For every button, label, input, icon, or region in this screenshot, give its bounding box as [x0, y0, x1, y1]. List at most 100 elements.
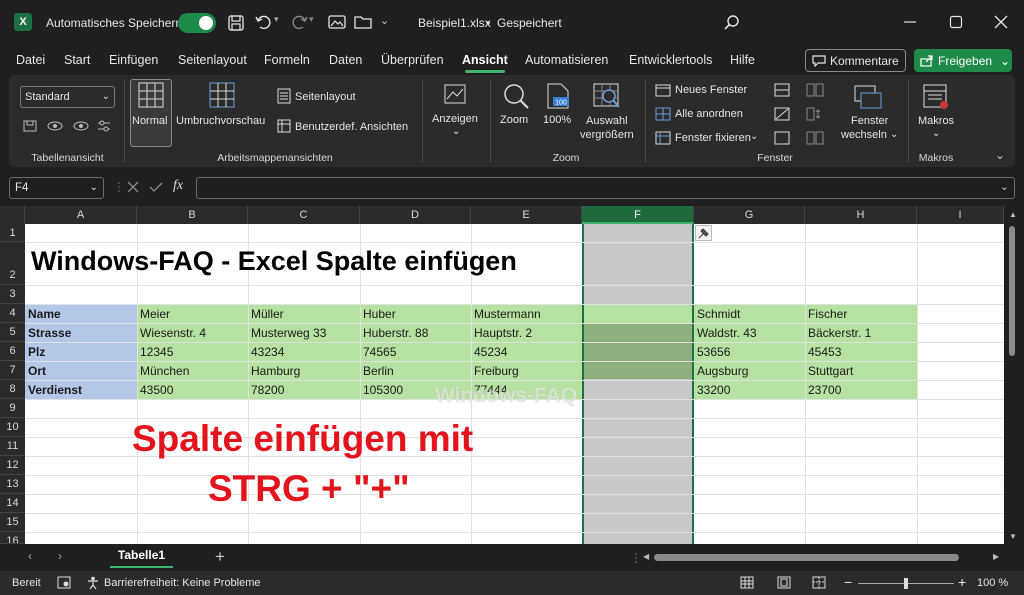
cell-a6[interactable]: Plz — [25, 345, 45, 359]
cell-g5[interactable]: Waldstr. 43 — [694, 326, 757, 340]
search-icon[interactable] — [723, 14, 741, 32]
minimize-icon[interactable] — [903, 15, 917, 29]
exit-view-icon[interactable] — [46, 119, 64, 133]
cell-g7[interactable]: Augsburg — [694, 364, 748, 378]
macro-record-icon[interactable] — [57, 576, 71, 589]
cell-e4[interactable]: Mustermann — [471, 307, 541, 321]
column-header-d[interactable]: D — [360, 206, 471, 224]
horizontal-scroll-thumb[interactable] — [654, 554, 959, 561]
row-header[interactable]: 1 — [0, 224, 25, 242]
undo-dropdown-icon[interactable]: ▾ — [274, 14, 279, 25]
formula-input[interactable]: ⌄ — [196, 177, 1015, 199]
tab-splitter[interactable]: ⋮ — [630, 551, 642, 565]
expand-formula-icon[interactable]: ⌄ — [1000, 180, 1009, 193]
column-header-i[interactable]: I — [917, 206, 1004, 224]
cell-b8[interactable]: 43500 — [137, 383, 173, 397]
row-header[interactable]: 8 — [0, 380, 25, 399]
sheet-tab-tabelle1[interactable]: Tabelle1 — [110, 545, 173, 568]
vertical-scroll-thumb[interactable] — [1009, 226, 1015, 356]
cell-a7[interactable]: Ort — [25, 364, 46, 378]
customize-toolbar-icon[interactable]: ⌄ — [380, 14, 389, 27]
zoom-out-button[interactable]: − — [844, 574, 852, 590]
autosave-toggle[interactable] — [178, 13, 216, 33]
image-icon[interactable] — [328, 14, 346, 30]
column-header-f[interactable]: F — [582, 206, 694, 224]
zoom-slider-thumb[interactable] — [904, 578, 908, 589]
name-box[interactable]: F4 ⌄ — [9, 177, 104, 199]
cell-e5[interactable]: Hauptstr. 2 — [471, 326, 532, 340]
new-view-icon[interactable] — [72, 119, 90, 133]
cell-c4[interactable]: Müller — [248, 307, 284, 321]
unhide-window-icon[interactable] — [774, 131, 790, 145]
maximize-icon[interactable] — [949, 15, 963, 29]
menu-seitenlayout[interactable]: Seitenlayout — [178, 53, 247, 67]
cell-c7[interactable]: Hamburg — [248, 364, 300, 378]
zoom-in-button[interactable]: + — [958, 574, 966, 590]
collapse-ribbon-icon[interactable]: ⌄ — [995, 148, 1005, 162]
cell-d4[interactable]: Huber — [360, 307, 396, 321]
prev-sheet-icon[interactable]: ‹ — [28, 549, 32, 563]
undo-icon[interactable] — [254, 13, 274, 31]
macros-button[interactable]: Makros — [918, 115, 954, 127]
freeze-panes-button[interactable]: Fenster fixieren — [675, 132, 751, 144]
worksheet[interactable]: A B C D E F G H I 1 2 3 4 5 6 7 8 9 10 1… — [0, 206, 1004, 544]
cell-c5[interactable]: Musterweg 33 — [248, 326, 326, 340]
cell-b4[interactable]: Meier — [137, 307, 170, 321]
cell-e6[interactable]: 45234 — [471, 345, 507, 359]
scroll-up-icon[interactable]: ▲ — [1009, 210, 1017, 219]
add-sheet-button[interactable]: + — [215, 547, 225, 567]
row-header[interactable]: 15 — [0, 513, 25, 532]
column-header-a[interactable]: A — [25, 206, 137, 224]
redo-dropdown-icon[interactable]: ▾ — [309, 14, 314, 25]
cell-d8[interactable]: 105300 — [360, 383, 403, 397]
cell-h8[interactable]: 23700 — [805, 383, 841, 397]
sheet-view-dropdown[interactable]: Standard ⌄ — [20, 86, 115, 108]
zoom-selection-label-1[interactable]: Auswahl — [586, 115, 628, 127]
close-icon[interactable] — [994, 15, 1008, 29]
next-sheet-icon[interactable]: › — [58, 549, 62, 563]
zoom-level[interactable]: 100 % — [977, 577, 1008, 589]
cell-b7[interactable]: München — [137, 364, 189, 378]
new-window-button[interactable]: Neues Fenster — [675, 84, 747, 96]
cell-h6[interactable]: 45453 — [805, 345, 841, 359]
menu-entwicklertools[interactable]: Entwicklertools — [629, 53, 712, 67]
reset-window-icon[interactable] — [806, 131, 824, 145]
cell-b5[interactable]: Wiesenstr. 4 — [137, 326, 206, 340]
scroll-down-icon[interactable]: ▼ — [1009, 532, 1017, 541]
cell-g4[interactable]: Schmidt — [694, 307, 740, 321]
switch-windows-label-1[interactable]: Fenster — [851, 115, 888, 127]
row-header[interactable]: 9 — [0, 399, 25, 418]
show-button[interactable]: Anzeigen — [432, 113, 478, 125]
insert-options-paintbrush-icon[interactable] — [695, 225, 712, 241]
menu-ansicht[interactable]: Ansicht — [462, 53, 508, 67]
arrange-all-button[interactable]: Alle anordnen — [675, 108, 743, 120]
view-options-icon[interactable] — [96, 119, 112, 133]
select-all-corner[interactable] — [0, 206, 25, 224]
zoom-selection-label-2[interactable]: vergrößern — [580, 129, 634, 141]
row-header[interactable]: 4 — [0, 304, 25, 323]
menu-datei[interactable]: Datei — [16, 53, 45, 67]
row-header[interactable]: 12 — [0, 456, 25, 475]
split-icon[interactable] — [774, 83, 790, 97]
view-side-by-side-icon[interactable] — [806, 83, 824, 97]
cell-d6[interactable]: 74565 — [360, 345, 396, 359]
menu-formeln[interactable]: Formeln — [264, 53, 310, 67]
comments-button[interactable]: Kommentare — [805, 49, 906, 72]
cell-a8[interactable]: Verdienst — [25, 383, 82, 397]
switch-windows-label-2[interactable]: wechseln — [841, 129, 887, 141]
menu-einfuegen[interactable]: Einfügen — [109, 53, 158, 67]
row-header[interactable]: 13 — [0, 475, 25, 494]
folder-icon[interactable] — [354, 14, 372, 30]
menu-hilfe[interactable]: Hilfe — [730, 53, 755, 67]
row-header[interactable]: 7 — [0, 361, 25, 380]
column-header-b[interactable]: B — [137, 206, 248, 224]
cell-d7[interactable]: Berlin — [360, 364, 394, 378]
normal-view-status-icon[interactable] — [740, 576, 754, 589]
status-accessibility[interactable]: Barrierefreiheit: Keine Probleme — [104, 577, 261, 589]
cell-b6[interactable]: 12345 — [137, 345, 173, 359]
cell-a4[interactable]: Name — [25, 307, 61, 321]
row-header[interactable]: 2 — [0, 242, 25, 285]
zoom-button[interactable]: Zoom — [500, 114, 528, 126]
cancel-icon[interactable] — [126, 180, 140, 194]
cell-c8[interactable]: 78200 — [248, 383, 284, 397]
